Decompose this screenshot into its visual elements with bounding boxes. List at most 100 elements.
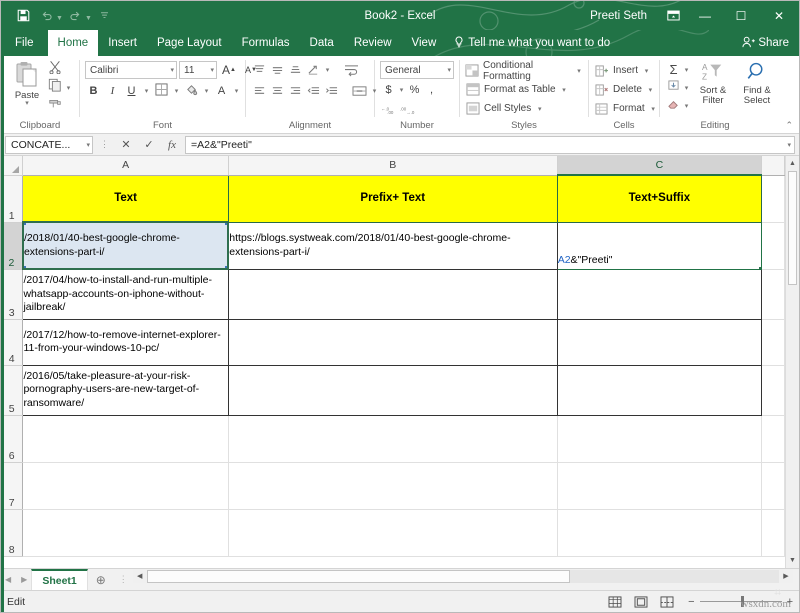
scroll-up-arrow[interactable]: ▲ bbox=[786, 156, 799, 171]
cell-d7[interactable] bbox=[762, 462, 785, 509]
decrease-decimal-button[interactable]: .00→.0 bbox=[399, 101, 416, 119]
clear-button[interactable] bbox=[665, 97, 682, 115]
vertical-scroll-track[interactable] bbox=[786, 171, 799, 553]
minimize-button[interactable]: — bbox=[687, 1, 723, 30]
clear-dropdown-caret[interactable]: ▾ bbox=[682, 102, 691, 110]
save-icon[interactable] bbox=[13, 5, 34, 26]
formula-input[interactable]: =A2&"Preeti" ▾ bbox=[185, 136, 795, 154]
cell-c8[interactable] bbox=[557, 509, 761, 556]
conditional-formatting-button[interactable]: Conditional Formatting ▾ bbox=[465, 62, 583, 79]
vertical-scroll-thumb[interactable] bbox=[788, 171, 797, 285]
fill-color-button[interactable] bbox=[183, 82, 200, 100]
borders-button[interactable] bbox=[153, 82, 170, 100]
autosum-button[interactable]: Σ bbox=[665, 61, 682, 79]
chevron-down-icon[interactable]: ▾ bbox=[649, 105, 658, 113]
sheet-tab-sheet1[interactable]: Sheet1 bbox=[31, 569, 87, 590]
autosum-dropdown-caret[interactable]: ▾ bbox=[682, 66, 691, 74]
cut-button[interactable] bbox=[48, 61, 73, 78]
chevron-down-icon[interactable]: ▾ bbox=[535, 105, 544, 113]
row-header-6[interactable]: 6 bbox=[1, 415, 23, 462]
column-header-b[interactable]: B bbox=[228, 156, 557, 175]
horizontal-scroll-track[interactable] bbox=[147, 570, 779, 583]
middle-align-button[interactable] bbox=[269, 61, 286, 79]
fill-dropdown-caret[interactable]: ▾ bbox=[682, 84, 691, 92]
delete-cells-button[interactable]: Delete ▾ bbox=[594, 81, 658, 98]
account-name[interactable]: Preeti Seth bbox=[590, 10, 647, 22]
row-header-8[interactable]: 8 bbox=[1, 509, 23, 556]
cell-d8[interactable] bbox=[762, 509, 785, 556]
cell-a7[interactable] bbox=[23, 462, 228, 509]
tab-data[interactable]: Data bbox=[300, 30, 344, 56]
cell-b1[interactable]: Prefix+ Text bbox=[228, 175, 557, 222]
tell-me-search[interactable]: Tell me what you want to do bbox=[446, 30, 610, 56]
tab-page-layout[interactable]: Page Layout bbox=[147, 30, 232, 56]
fill-handle[interactable] bbox=[759, 267, 762, 270]
scroll-right-arrow[interactable]: ▶ bbox=[779, 572, 793, 580]
cell-d2[interactable] bbox=[762, 222, 785, 269]
copy-dropdown-caret[interactable]: ▾ bbox=[64, 84, 73, 92]
italic-button[interactable]: I bbox=[104, 82, 121, 100]
row-header-2[interactable]: 2 bbox=[1, 222, 23, 269]
ribbon-display-options-icon[interactable] bbox=[659, 5, 687, 27]
previous-sheet-icon[interactable]: ◀ bbox=[5, 575, 11, 584]
undo-dropdown-caret[interactable]: ▼ bbox=[56, 15, 63, 22]
cell-c6[interactable] bbox=[557, 415, 761, 462]
font-color-button[interactable]: A bbox=[213, 82, 230, 100]
column-header-a[interactable]: A bbox=[23, 156, 228, 175]
decrease-indent-button[interactable] bbox=[305, 82, 322, 100]
wrap-text-button[interactable] bbox=[341, 61, 361, 79]
cell-a4[interactable]: /2017/12/how-to-remove-internet-explorer… bbox=[23, 319, 228, 365]
paste-dropdown-caret[interactable]: ▾ bbox=[25, 101, 29, 107]
grow-font-button[interactable]: A▲ bbox=[219, 61, 239, 79]
customize-qat-icon[interactable] bbox=[94, 5, 115, 26]
insert-cells-button[interactable]: Insert ▾ bbox=[594, 62, 658, 79]
row-header-3[interactable]: 3 bbox=[1, 269, 23, 319]
cell-a2[interactable]: /2018/01/40-best-google-chrome-extension… bbox=[23, 222, 228, 269]
top-align-button[interactable] bbox=[251, 61, 268, 79]
column-header-d[interactable] bbox=[762, 156, 785, 175]
comma-style-button[interactable]: , bbox=[423, 81, 440, 99]
undo-icon[interactable] bbox=[36, 5, 57, 26]
select-all-corner[interactable] bbox=[1, 156, 23, 175]
horizontal-scrollbar[interactable]: ◀ ▶ bbox=[133, 569, 793, 583]
horizontal-split-grip[interactable]: ⋮ bbox=[114, 569, 133, 590]
worksheet-grid[interactable]: A B C 1 Text Prefix+ Text Text+Suffix bbox=[1, 156, 785, 568]
column-header-c[interactable]: C bbox=[557, 156, 761, 175]
orientation-button[interactable] bbox=[305, 61, 322, 79]
confirm-edit-button[interactable]: ✓ bbox=[139, 136, 159, 154]
borders-dropdown-caret[interactable]: ▾ bbox=[172, 87, 181, 95]
fill-button[interactable] bbox=[665, 79, 682, 97]
paste-button[interactable]: Paste ▾ bbox=[6, 59, 48, 107]
normal-view-button[interactable] bbox=[606, 594, 623, 609]
accounting-format-button[interactable]: $ bbox=[380, 81, 397, 99]
cell-d4[interactable] bbox=[762, 319, 785, 365]
font-color-dropdown-caret[interactable]: ▾ bbox=[232, 87, 241, 95]
cell-a6[interactable] bbox=[23, 415, 228, 462]
orientation-dropdown-caret[interactable]: ▾ bbox=[323, 66, 332, 74]
percent-style-button[interactable]: % bbox=[406, 81, 423, 99]
cell-b5[interactable] bbox=[228, 365, 557, 415]
font-name-combo[interactable]: Calibri ▾ bbox=[85, 61, 177, 79]
cell-styles-button[interactable]: Cell Styles ▾ bbox=[465, 100, 583, 117]
collapse-ribbon-icon[interactable]: ⌃ bbox=[785, 120, 793, 131]
row-header-4[interactable]: 4 bbox=[1, 319, 23, 365]
scroll-left-arrow[interactable]: ◀ bbox=[133, 572, 147, 580]
align-left-button[interactable] bbox=[251, 82, 268, 100]
cell-b4[interactable] bbox=[228, 319, 557, 365]
format-painter-button[interactable] bbox=[48, 97, 73, 114]
maximize-button[interactable]: ☐ bbox=[723, 1, 759, 30]
redo-icon[interactable] bbox=[65, 5, 86, 26]
align-right-button[interactable] bbox=[287, 82, 304, 100]
bold-button[interactable]: B bbox=[85, 82, 102, 100]
cell-a8[interactable] bbox=[23, 509, 228, 556]
cell-d6[interactable] bbox=[762, 415, 785, 462]
tab-home[interactable]: Home bbox=[48, 30, 99, 56]
expand-formula-bar-caret[interactable]: ▾ bbox=[787, 141, 791, 149]
cell-a3[interactable]: /2017/04/how-to-install-and-run-multiple… bbox=[23, 269, 228, 319]
cell-a5[interactable]: /2016/05/take-pleasure-at-your-risk-porn… bbox=[23, 365, 228, 415]
scroll-down-arrow[interactable]: ▼ bbox=[786, 553, 799, 568]
increase-indent-button[interactable] bbox=[323, 82, 340, 100]
merge-center-button[interactable] bbox=[349, 82, 369, 100]
tab-insert[interactable]: Insert bbox=[98, 30, 147, 56]
name-box[interactable]: CONCATE... ▾ bbox=[5, 136, 93, 154]
